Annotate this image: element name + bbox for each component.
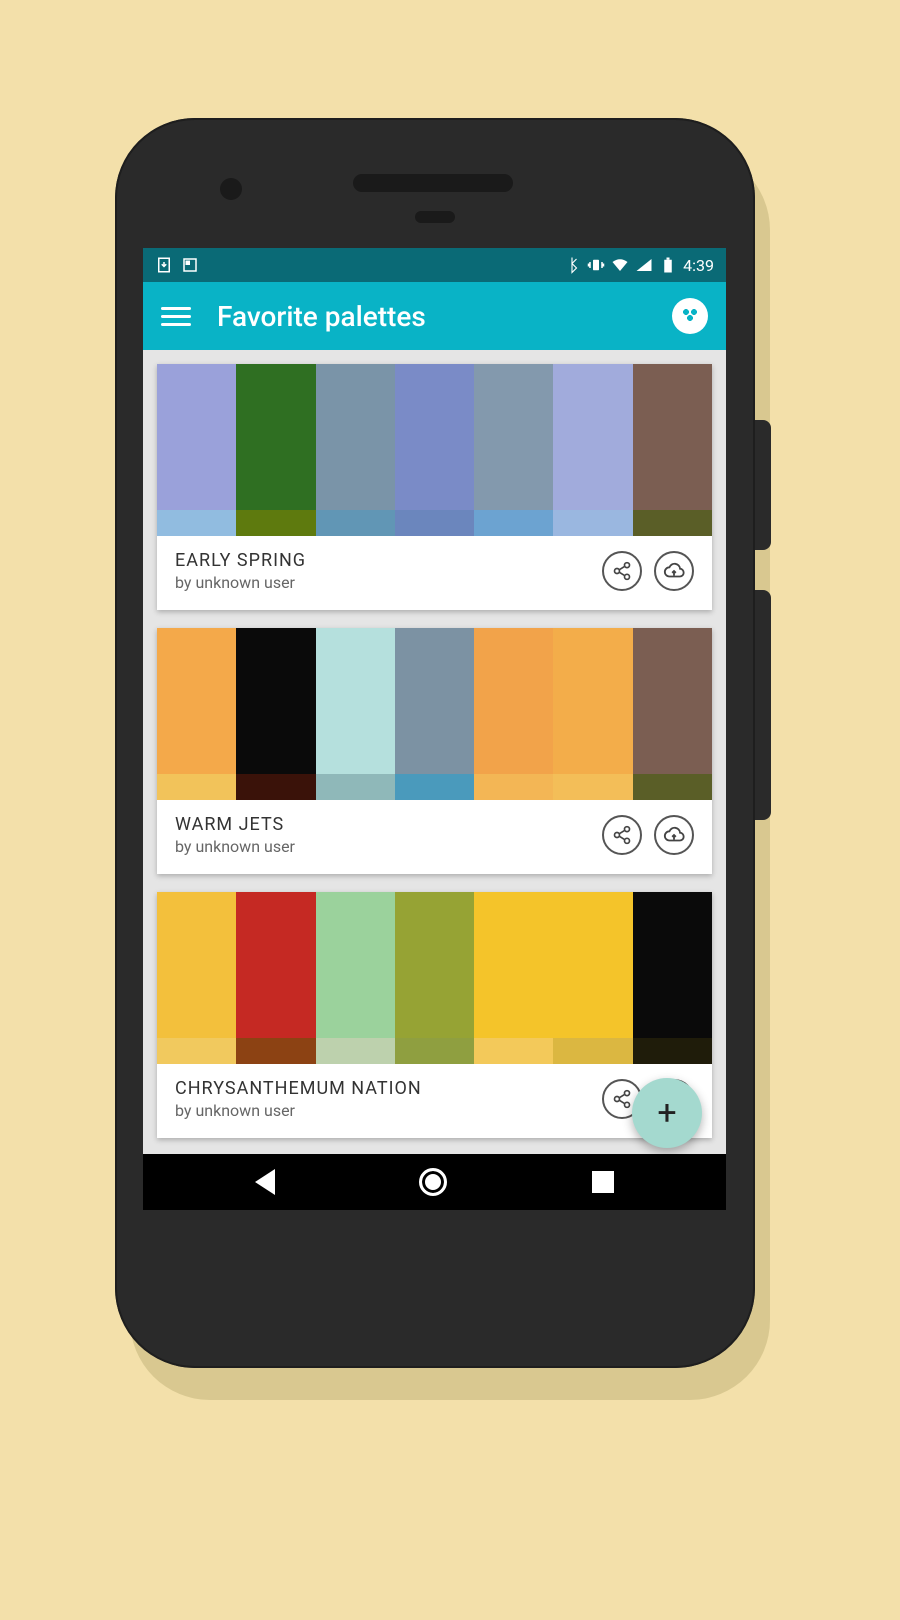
color-swatch-shade [236,1038,315,1064]
color-swatch-shade [474,1038,553,1064]
color-swatch [553,628,632,800]
color-swatch-shade [395,510,474,536]
color-swatch-shade [157,1038,236,1064]
upload-button[interactable] [654,551,694,591]
status-time: 4:39 [683,256,714,275]
color-swatch-shade [316,510,395,536]
color-swatch-shade [395,774,474,800]
recent-button[interactable] [592,1171,614,1193]
color-swatch [474,628,553,800]
color-swatch [157,892,236,1064]
vibrate-icon [587,256,605,274]
upload-button[interactable] [654,815,694,855]
color-swatch-shade [236,774,315,800]
palette-card[interactable]: CHRYSANTHEMUM NATION by unknown user [157,892,712,1138]
color-swatch [474,892,553,1064]
palette-info: CHRYSANTHEMUM NATION by unknown user [157,1064,712,1138]
color-swatch-shade [474,510,553,536]
color-swatch [395,364,474,536]
crop-icon [181,256,199,274]
color-swatch [633,892,712,1064]
color-swatch [395,628,474,800]
color-swatch-shade [157,774,236,800]
palette-title: WARM JETS [175,814,602,835]
swatch-row [157,628,712,800]
color-swatch-shade [633,510,712,536]
back-button[interactable] [255,1169,275,1195]
color-swatch [157,628,236,800]
swatch-row [157,892,712,1064]
menu-icon[interactable] [161,301,191,331]
palette-author: by unknown user [175,573,602,592]
palette-text: EARLY SPRING by unknown user [175,550,602,592]
plus-icon: + [657,1093,676,1133]
color-swatch [553,364,632,536]
cloud-upload-icon [663,560,685,582]
color-swatch-shade [316,1038,395,1064]
color-swatch-shade [633,1038,712,1064]
color-swatch [474,364,553,536]
palette-actions [602,815,694,855]
color-swatch-shade [474,774,553,800]
color-swatch [316,892,395,1064]
battery-icon [659,256,677,274]
phone-camera [220,178,242,200]
color-swatch-shade [395,1038,474,1064]
palette-icon[interactable] [672,298,708,334]
page-title: Favorite palettes [217,300,672,333]
color-swatch-shade [553,510,632,536]
palette-actions [602,551,694,591]
color-swatch [553,892,632,1064]
phone-power-button [755,420,771,550]
color-swatch-shade [633,774,712,800]
cloud-upload-icon [663,824,685,846]
home-button[interactable] [419,1168,447,1196]
share-icon [612,825,632,845]
color-swatch [633,364,712,536]
share-icon [612,1089,632,1109]
palette-title: CHRYSANTHEMUM NATION [175,1078,602,1099]
phone-speaker [353,174,513,192]
color-swatch [236,892,315,1064]
phone-sensor [415,211,455,223]
color-swatch [395,892,474,1064]
palette-info: EARLY SPRING by unknown user [157,536,712,610]
share-icon [612,561,632,581]
color-swatch [316,364,395,536]
download-icon [155,256,173,274]
color-swatch [236,364,315,536]
palette-text: CHRYSANTHEMUM NATION by unknown user [175,1078,602,1120]
color-swatch [236,628,315,800]
share-button[interactable] [602,815,642,855]
palette-list: EARLY SPRING by unknown user WARM JETS by u… [143,350,726,1210]
palette-title: EARLY SPRING [175,550,602,571]
palette-info: WARM JETS by unknown user [157,800,712,874]
signal-icon [635,256,653,274]
palette-text: WARM JETS by unknown user [175,814,602,856]
color-swatch-shade [236,510,315,536]
wifi-icon [611,256,629,274]
status-right: 4:39 [563,256,714,275]
color-swatch [316,628,395,800]
color-swatch [157,364,236,536]
app-bar: Favorite palettes [143,282,726,350]
status-bar: 4:39 [143,248,726,282]
palette-card[interactable]: EARLY SPRING by unknown user [157,364,712,610]
share-button[interactable] [602,551,642,591]
add-button[interactable]: + [632,1078,702,1148]
status-left [155,256,199,274]
color-swatch-shade [157,510,236,536]
screen: 4:39 Favorite palettes EARLY SPRING by un… [143,248,726,1210]
phone-volume-button [755,590,771,820]
palette-card[interactable]: WARM JETS by unknown user [157,628,712,874]
palette-author: by unknown user [175,1101,602,1120]
color-swatch [633,628,712,800]
color-swatch-shade [316,774,395,800]
android-nav-bar [143,1154,726,1210]
color-swatch-shade [553,1038,632,1064]
palette-author: by unknown user [175,837,602,856]
swatch-row [157,364,712,536]
bluetooth-icon [563,256,581,274]
color-swatch-shade [553,774,632,800]
